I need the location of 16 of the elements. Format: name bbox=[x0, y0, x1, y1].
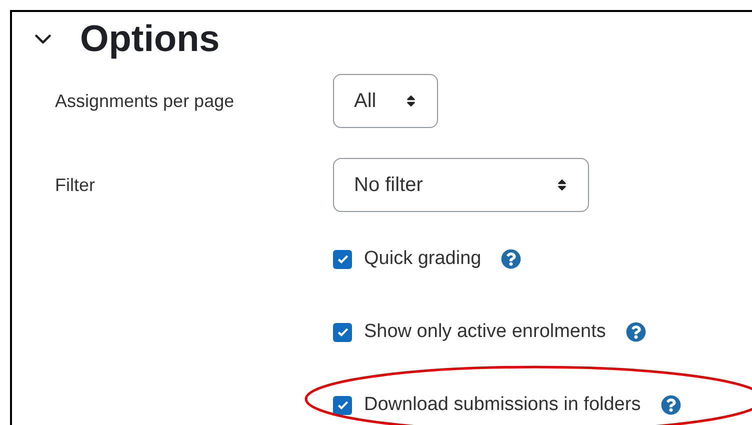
field-label: Filter bbox=[55, 174, 96, 196]
field-label: Assignments per page bbox=[55, 90, 236, 113]
checkbox[interactable] bbox=[333, 396, 352, 414]
help-icon[interactable] bbox=[626, 322, 646, 342]
help-icon[interactable] bbox=[660, 395, 681, 415]
sort-icon bbox=[556, 178, 568, 192]
option-label: Download submissions in folders bbox=[364, 392, 641, 417]
checkbox[interactable] bbox=[333, 322, 352, 342]
select-field[interactable]: All bbox=[333, 74, 438, 128]
option-label: Show only active enrolments bbox=[364, 320, 606, 344]
section-title: Options bbox=[80, 20, 220, 56]
help-icon[interactable] bbox=[501, 249, 522, 269]
option-label: Quick grading bbox=[364, 246, 482, 271]
sort-icon bbox=[405, 94, 417, 108]
select-field[interactable]: No filter bbox=[333, 158, 589, 212]
checkbox[interactable] bbox=[333, 250, 352, 268]
